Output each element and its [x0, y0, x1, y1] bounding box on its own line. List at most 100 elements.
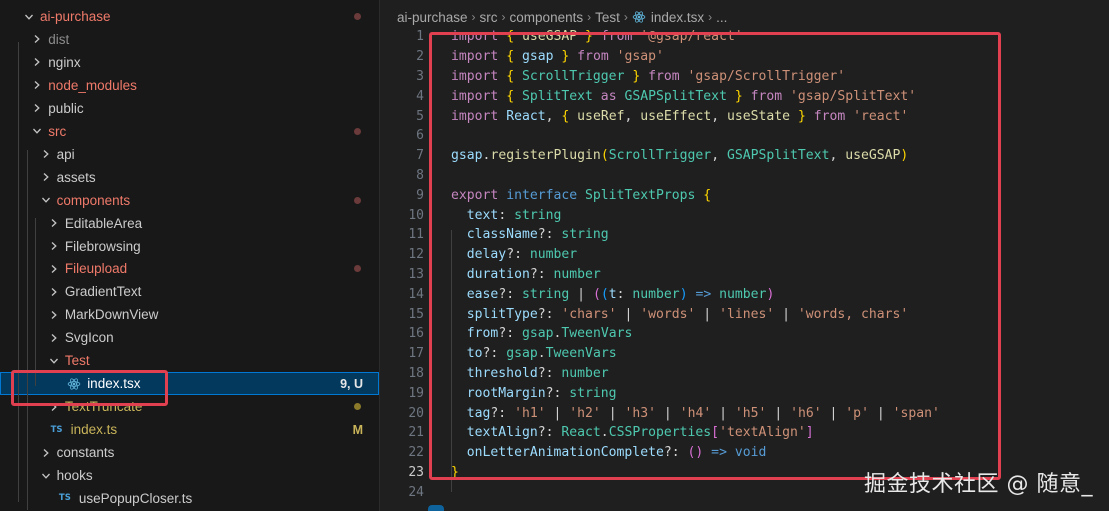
folder-item[interactable]: ai-purchase: [0, 5, 379, 28]
chevron-down-icon[interactable]: [22, 12, 36, 22]
breadcrumb-item[interactable]: src: [480, 10, 498, 25]
code-token: string: [561, 227, 609, 243]
folder-item[interactable]: api: [0, 143, 379, 166]
code-line: 2 import { gsap } from 'gsap': [380, 47, 1109, 67]
code-line: 8: [380, 166, 1109, 186]
code-token: 'chars': [561, 306, 617, 322]
breadcrumb-item[interactable]: index.tsx: [651, 10, 704, 25]
folder-item[interactable]: Fileupload: [0, 257, 379, 280]
folder-item[interactable]: public: [0, 97, 379, 120]
code-token: ,: [624, 108, 641, 124]
chevron-right-icon[interactable]: [47, 402, 61, 412]
code-token: ): [766, 286, 775, 302]
chevron-right-icon[interactable]: [39, 448, 53, 458]
folder-item[interactable]: dist: [0, 28, 379, 51]
code-token: {: [506, 29, 522, 45]
folder-item[interactable]: node_modules: [0, 74, 379, 97]
code-token: export: [451, 187, 507, 203]
folder-item[interactable]: SvgIcon: [0, 326, 379, 349]
file-item[interactable]: index.tsx 9, U: [0, 372, 379, 396]
code-token: registerPlugin: [490, 148, 601, 164]
code-token: :: [498, 207, 515, 223]
code-token: ?:: [498, 286, 522, 302]
code-token: string: [569, 385, 617, 401]
folder-item[interactable]: Filebrowsing: [0, 235, 379, 258]
folder-item[interactable]: assets: [0, 166, 379, 189]
react-icon: [632, 10, 646, 24]
code-token: number: [561, 365, 609, 381]
code-text: import React, { useRef, useEffect, useSt…: [451, 109, 908, 124]
folder-item[interactable]: GradientText: [0, 280, 379, 303]
folder-item[interactable]: TextTruncate: [0, 395, 379, 418]
tree-item-label: Filebrowsing: [64, 238, 141, 254]
code-text: }: [451, 465, 459, 480]
code-token: number: [719, 286, 767, 302]
code-text: delay?: number: [451, 247, 577, 262]
status-dot: [354, 13, 361, 20]
folder-item[interactable]: MarkDownView: [0, 303, 379, 326]
code-line: 21 textAlign?: React.CSSProperties['text…: [380, 423, 1109, 443]
line-number: 16: [408, 326, 424, 342]
line-number: 5: [416, 108, 424, 124]
line-number: 24: [408, 484, 424, 500]
breadcrumb-item[interactable]: ...: [716, 10, 727, 25]
chevron-right-icon[interactable]: [39, 172, 53, 182]
folder-item[interactable]: EditableArea: [0, 212, 379, 235]
line-number: 21: [408, 425, 424, 441]
code-text: import { gsap } from 'gsap': [451, 49, 664, 64]
code-token: [: [711, 425, 720, 441]
code-token: |: [569, 286, 593, 302]
file-item[interactable]: TS index.ts M: [0, 418, 379, 441]
folder-item[interactable]: nginx: [0, 51, 379, 74]
chevron-right-icon[interactable]: [47, 241, 61, 251]
chevron-right-icon[interactable]: [30, 103, 44, 113]
chevron-down-icon[interactable]: [30, 126, 44, 136]
code-token: ,: [545, 108, 562, 124]
line-number: 12: [408, 247, 424, 263]
code-token: {: [506, 49, 522, 65]
tree-item-label: MarkDownView: [64, 307, 159, 323]
code-token: }: [624, 68, 649, 84]
chevron-right-icon[interactable]: [30, 57, 44, 67]
chevron-down-icon[interactable]: [39, 195, 53, 205]
chevron-right-icon[interactable]: [30, 80, 44, 90]
breadcrumb-item[interactable]: components: [510, 10, 584, 25]
code-token: onLetterAnimationComplete: [451, 445, 664, 461]
code-text: ease?: string | ((t: number) => number): [451, 286, 775, 302]
chevron-right-icon[interactable]: [47, 287, 61, 297]
code-text: className?: string: [451, 227, 609, 242]
tree-item-label: TextTruncate: [64, 399, 143, 415]
folder-item[interactable]: constants: [0, 441, 379, 464]
code-token: ?:: [490, 405, 515, 421]
tree-item-label: hooks: [56, 468, 93, 483]
tree-indent-guide: [35, 218, 36, 386]
chevron-down-icon[interactable]: [47, 356, 61, 366]
chevron-right-icon[interactable]: [30, 34, 44, 44]
code-token: ]: [805, 425, 814, 441]
chevron-right-icon[interactable]: [39, 149, 53, 159]
code-token: string: [514, 207, 562, 223]
line-number: 9: [416, 187, 424, 203]
tree-item-label: GradientText: [64, 284, 142, 300]
chevron-right-icon[interactable]: [47, 333, 61, 343]
code-token: text: [451, 207, 499, 223]
folder-item[interactable]: src: [0, 120, 379, 143]
folder-item[interactable]: components: [0, 189, 379, 212]
code-token: {: [561, 108, 578, 124]
chevron-right-icon[interactable]: [47, 264, 61, 274]
code-line: 15 splitType?: 'chars' | 'words' | 'line…: [380, 304, 1109, 324]
line-number: 20: [408, 405, 424, 421]
breadcrumb-item[interactable]: Test: [595, 10, 620, 25]
code-line: 3 import { ScrollTrigger } from 'gsap/Scr…: [380, 67, 1109, 87]
folder-item[interactable]: Test: [0, 349, 379, 372]
file-item[interactable]: TS usePopupCloser.ts: [0, 487, 379, 510]
folder-item[interactable]: hooks: [0, 464, 379, 487]
code-token: {: [506, 68, 522, 84]
breadcrumb-item[interactable]: ai-purchase: [397, 10, 468, 25]
chevron-right-icon[interactable]: [47, 218, 61, 228]
code-token: useEffect: [640, 108, 712, 124]
chevron-right-icon[interactable]: [47, 310, 61, 320]
code-token: gsap: [521, 49, 554, 65]
chevron-down-icon[interactable]: [39, 471, 53, 481]
code-token: }: [553, 49, 578, 65]
